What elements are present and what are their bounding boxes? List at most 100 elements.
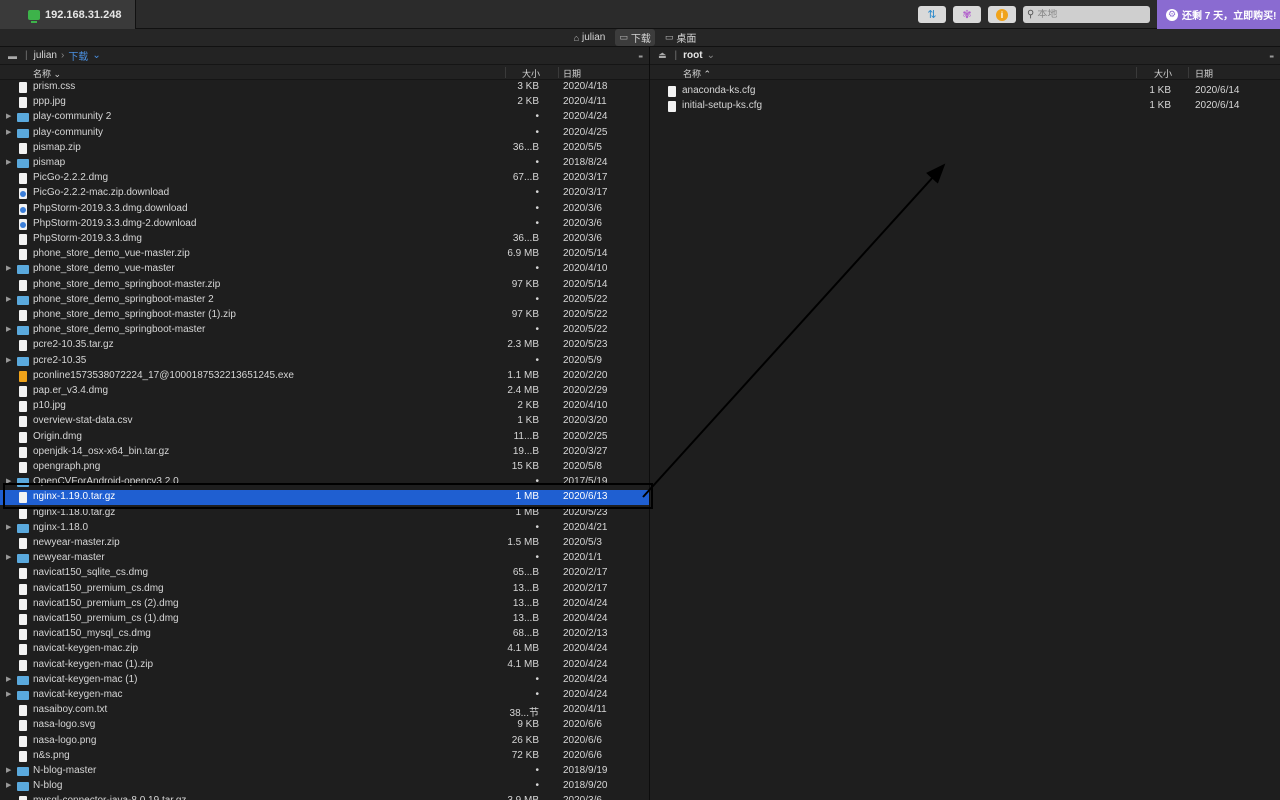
file-row[interactable]: nasa-logo.svg 9 KB 2020/6/6	[0, 718, 649, 733]
folder-row[interactable]: ▶ N-blog-master • 2018/9/19	[0, 764, 649, 779]
favorite-downloads[interactable]: ▭ 下载	[615, 29, 655, 46]
disclosure-triangle-icon[interactable]: ▶	[6, 325, 11, 333]
file-row[interactable]: ppp.jpg 2 KB 2020/4/11	[0, 95, 649, 110]
file-row[interactable]: navicat150_premium_cs.dmg 13...B 2020/2/17	[0, 582, 649, 597]
disclosure-triangle-icon[interactable]: ▶	[6, 295, 11, 303]
file-row[interactable]: nginx-1.19.0.tar.gz 1 MB 2020/6/13	[0, 490, 649, 506]
column-date[interactable]: 日期	[563, 67, 581, 80]
file-row[interactable]: phone_store_demo_springboot-master.zip 97…	[0, 278, 649, 293]
folder-row[interactable]: ▶ navicat-keygen-mac (1) • 2020/4/24	[0, 673, 649, 688]
grid-view-icon[interactable]: ▪▪	[638, 52, 643, 61]
disclosure-triangle-icon[interactable]: ▶	[6, 264, 11, 272]
disclosure-triangle-icon[interactable]: ▶	[6, 766, 11, 774]
folder-row[interactable]: ▶ play-community 2 • 2020/4/24	[0, 110, 649, 125]
file-row[interactable]: newyear-master.zip 1.5 MB 2020/5/3	[0, 536, 649, 551]
disclosure-triangle-icon[interactable]: ▶	[6, 553, 11, 561]
file-date: 2020/2/13	[563, 628, 608, 640]
folder-row[interactable]: ▶ navicat-keygen-mac • 2020/4/24	[0, 688, 649, 703]
file-row[interactable]: pcre2-10.35.tar.gz 2.3 MB 2020/5/23	[0, 338, 649, 353]
file-row[interactable]: mysql-connector-java-8.0.19.tar.gz 3.9 MB…	[0, 794, 649, 800]
document-icon	[19, 796, 27, 800]
eject-icon[interactable]: ⏏	[658, 50, 667, 61]
folder-row[interactable]: ▶ newyear-master • 2020/1/1	[0, 551, 649, 566]
column-date[interactable]: 日期	[1195, 67, 1213, 80]
file-row[interactable]: navicat150_premium_cs (2).dmg 13...B 2020/…	[0, 597, 649, 612]
disk-icon[interactable]: ▬	[8, 51, 17, 61]
folder-row[interactable]: ▶ pcre2-10.35 • 2020/5/9	[0, 354, 649, 369]
path-segment-root[interactable]: root	[683, 50, 702, 61]
folder-row[interactable]: ▶ play-community • 2020/4/25	[0, 126, 649, 141]
file-size: 1 KB	[1149, 100, 1171, 112]
server-tab[interactable]: 192.168.31.248	[0, 0, 136, 29]
folder-row[interactable]: ▶ pismap • 2018/8/24	[0, 156, 649, 171]
file-row[interactable]: PhpStorm-2019.3.3.dmg-2.download • 2020/3/…	[0, 217, 649, 232]
disclosure-triangle-icon[interactable]: ▶	[6, 781, 11, 789]
disclosure-triangle-icon[interactable]: ▶	[6, 477, 11, 485]
file-row[interactable]: navicat150_sqlite_cs.dmg 65...B 2020/2/17	[0, 566, 649, 581]
file-row[interactable]: overview-stat-data.csv 1 KB 2020/3/20	[0, 414, 649, 429]
folder-icon: ▭	[619, 32, 628, 42]
file-row[interactable]: navicat150_mysql_cs.dmg 68...B 2020/2/13	[0, 627, 649, 642]
disclosure-triangle-icon[interactable]: ▶	[6, 690, 11, 698]
file-row[interactable]: opengraph.png 15 KB 2020/5/8	[0, 460, 649, 475]
buy-button[interactable]: ⚙ 还剩 7 天，立即购买!	[1157, 0, 1280, 29]
file-row[interactable]: openjdk-14_osx-x64_bin.tar.gz 19...B 2020/…	[0, 445, 649, 460]
folder-row[interactable]: ▶ N-blog • 2018/9/20	[0, 779, 649, 794]
file-row[interactable]: nasa-logo.png 26 KB 2020/6/6	[0, 734, 649, 749]
folder-row[interactable]: ▶ phone_store_demo_springboot-master 2 • 20…	[0, 293, 649, 308]
file-row[interactable]: pismap.zip 36...B 2020/5/5	[0, 141, 649, 156]
path-segment-downloads[interactable]: 下载	[68, 48, 88, 63]
disclosure-triangle-icon[interactable]: ▶	[6, 356, 11, 364]
column-separator[interactable]	[505, 67, 506, 78]
file-row[interactable]: prism.css 3 KB 2020/4/18	[0, 80, 649, 95]
favorite-julian[interactable]: ⌂ julian	[570, 31, 610, 44]
info-button[interactable]: i	[988, 6, 1016, 23]
column-size[interactable]: 大小	[522, 67, 540, 80]
chevron-down-icon[interactable]: ⌄	[92, 50, 100, 61]
file-size: •	[535, 217, 539, 229]
column-name[interactable]: 名称 ⌃	[683, 67, 711, 80]
disclosure-triangle-icon[interactable]: ▶	[6, 128, 11, 136]
file-row[interactable]: phone_store_demo_springboot-master (1).z…	[0, 308, 649, 323]
transfer-button[interactable]: ⇅	[918, 6, 946, 23]
favorite-desktop[interactable]: ▭ 桌面	[661, 29, 701, 46]
file-row[interactable]: anaconda-ks.cfg 1 KB 2020/6/14	[650, 84, 1280, 99]
grid-view-icon[interactable]: ▪▪	[1269, 52, 1274, 61]
disclosure-triangle-icon[interactable]: ▶	[6, 675, 11, 683]
search-box[interactable]: ⚲	[1023, 6, 1150, 23]
search-input[interactable]	[1037, 9, 1138, 20]
file-name: mysql-connector-java-8.0.19.tar.gz	[33, 795, 186, 800]
file-row[interactable]: PicGo-2.2.2.dmg 67...B 2020/3/17	[0, 171, 649, 186]
folder-row[interactable]: ▶ OpenCVForAndroid-opencv3.2.0 • 2017/5/19	[0, 475, 649, 490]
path-segment-julian[interactable]: julian	[34, 50, 57, 61]
folder-row[interactable]: ▶ nginx-1.18.0 • 2020/4/21	[0, 521, 649, 536]
file-row[interactable]: PhpStorm-2019.3.3.dmg 36...B 2020/3/6	[0, 232, 649, 247]
file-row[interactable]: nasaiboy.com.txt 38...节 2020/4/11	[0, 703, 649, 719]
file-row[interactable]: pconline1573538072224_17@100018753221365…	[0, 369, 649, 384]
file-row[interactable]: PhpStorm-2019.3.3.dmg.download • 2020/3/6	[0, 202, 649, 217]
file-row[interactable]: initial-setup-ks.cfg 1 KB 2020/6/14	[650, 99, 1280, 114]
file-row[interactable]: n&s.png 72 KB 2020/6/6	[0, 749, 649, 764]
column-name[interactable]: 名称 ⌄	[33, 67, 61, 80]
file-row[interactable]: Origin.dmg 11...B 2020/2/25	[0, 430, 649, 445]
column-separator[interactable]	[558, 67, 559, 78]
folder-row[interactable]: ▶ phone_store_demo_springboot-master • 2020…	[0, 323, 649, 338]
column-separator[interactable]	[1136, 67, 1137, 78]
disclosure-triangle-icon[interactable]: ▶	[6, 112, 11, 120]
disclosure-triangle-icon[interactable]: ▶	[6, 523, 11, 531]
file-row[interactable]: navicat-keygen-mac (1).zip 4.1 MB 2020/4/2…	[0, 658, 649, 673]
file-row[interactable]: pap.er_v3.4.dmg 2.4 MB 2020/2/29	[0, 384, 649, 399]
file-row[interactable]: navicat-keygen-mac.zip 4.1 MB 2020/4/24	[0, 642, 649, 657]
file-row[interactable]: PicGo-2.2.2-mac.zip.download • 2020/3/17	[0, 186, 649, 201]
column-size[interactable]: 大小	[1154, 67, 1172, 80]
column-separator[interactable]	[1188, 67, 1189, 78]
file-row[interactable]: navicat150_premium_cs (1).dmg 13...B 2020/…	[0, 612, 649, 627]
file-row[interactable]: phone_store_demo_vue-master.zip 6.9 MB 202…	[0, 247, 649, 262]
file-row[interactable]: nginx-1.18.0.tar.gz 1 MB 2020/5/23	[0, 506, 649, 521]
file-date: 2020/4/10	[563, 400, 608, 412]
extension-button[interactable]: ✾	[953, 6, 981, 23]
file-row[interactable]: p10.jpg 2 KB 2020/4/10	[0, 399, 649, 414]
chevron-down-icon[interactable]: ⌄	[707, 50, 715, 61]
folder-row[interactable]: ▶ phone_store_demo_vue-master • 2020/4/10	[0, 262, 649, 277]
disclosure-triangle-icon[interactable]: ▶	[6, 158, 11, 166]
